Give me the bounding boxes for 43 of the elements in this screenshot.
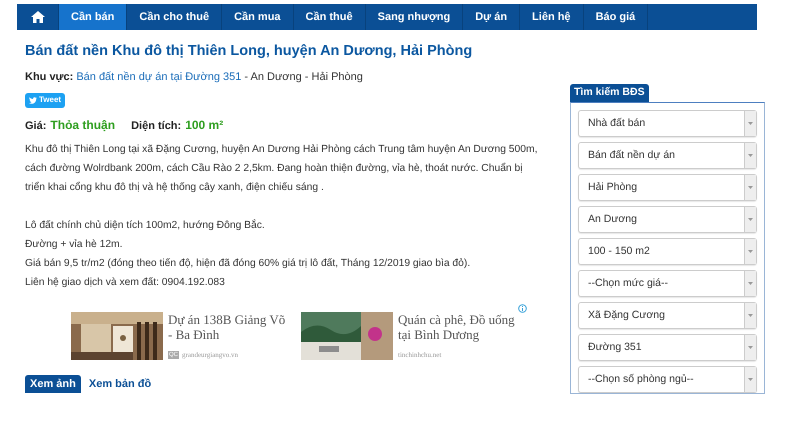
ad-title: Dự án 138B Giảng Võ - Ba Đình: [168, 312, 286, 342]
caret-icon: [748, 186, 753, 189]
info-icon: [518, 304, 527, 313]
view-tab[interactable]: Xem ảnh: [25, 375, 81, 393]
search-select[interactable]: Hải Phòng: [578, 174, 757, 201]
nav-link[interactable]: Báo giá: [584, 4, 648, 30]
nav-link[interactable]: Sang nhượng: [366, 4, 464, 30]
view-tab[interactable]: Xem bản đồ: [84, 375, 156, 393]
caret-icon: [748, 314, 753, 317]
price-value: Thỏa thuận: [50, 116, 116, 134]
caret-icon: [748, 218, 753, 221]
search-select[interactable]: --Chọn số phòng ngủ--: [578, 366, 757, 393]
description-text: Khu đô thị Thiên Long tại xã Đặng Cương, huyện An Dương Hải Phòng cách Trung tâm huyện An Dương 500m, cách đường Wolrdbank 200m, cách Cầu Rào 2 2,5km. Đang hoàn thiện đường, vỉa hè, thoát nước. Chuẩn bị triển khai cổng khu đô thị và hệ thống cây xanh, điện chiếu sáng .: [25, 143, 538, 195]
description-text: Lô đất chính chủ diện tích 100m2, hướng Đông Bắc.: [25, 218, 266, 233]
caret-icon: [748, 154, 753, 157]
price-label: Giá:: [25, 118, 46, 134]
caret-icon: [748, 122, 753, 125]
search-select[interactable]: Xã Đặng Cương: [578, 302, 757, 329]
search-select[interactable]: Đường 351: [578, 334, 757, 361]
ad-title: Quán cà phê, Đồ uống tại Bình Dương: [398, 312, 516, 342]
size-label: Diện tích:: [131, 118, 182, 134]
description-text: Đường + vỉa hè 12m.: [25, 238, 124, 252]
caret-icon: [748, 346, 753, 349]
nav-link[interactable]: Cần bán: [59, 4, 128, 30]
caret-icon: [748, 282, 753, 285]
search-select[interactable]: --Chọn mức giá--: [578, 270, 757, 297]
nav-link[interactable]: Cần thuê: [294, 4, 366, 30]
caret-icon: [748, 378, 753, 381]
area-label: Khu vực:: [25, 70, 74, 85]
area-link[interactable]: Bán đất nền dự án tại Đường 351: [76, 69, 242, 86]
search-select[interactable]: Bán đất nền dự án: [578, 142, 757, 169]
area-location: - An Dương - Hải Phòng: [244, 70, 363, 85]
description-text: Liên hệ giao dịch và xem đất: 0904.192.083: [25, 276, 226, 290]
home-icon: [30, 11, 44, 23]
bird-icon: [29, 96, 37, 104]
search-panel-title: Tìm kiếm BĐS: [570, 84, 649, 102]
caret-icon: [748, 250, 753, 253]
description-text: Giá bán 9,5 tr/m2 (đóng theo tiến độ, hiện đã đóng 60% giá trị lô đất, Tháng 12/2019 giao bìa đỏ).: [25, 257, 472, 271]
search-select[interactable]: Nhà đất bán: [578, 110, 757, 137]
search-select[interactable]: 100 - 150 m2: [578, 238, 757, 265]
listing-title: Bán đất nền Khu đô thị Thiên Long, huyện An Dương, Hải Phòng: [25, 42, 474, 60]
search-select[interactable]: An Dương: [578, 206, 757, 233]
size-value: 100 m²: [185, 116, 224, 134]
